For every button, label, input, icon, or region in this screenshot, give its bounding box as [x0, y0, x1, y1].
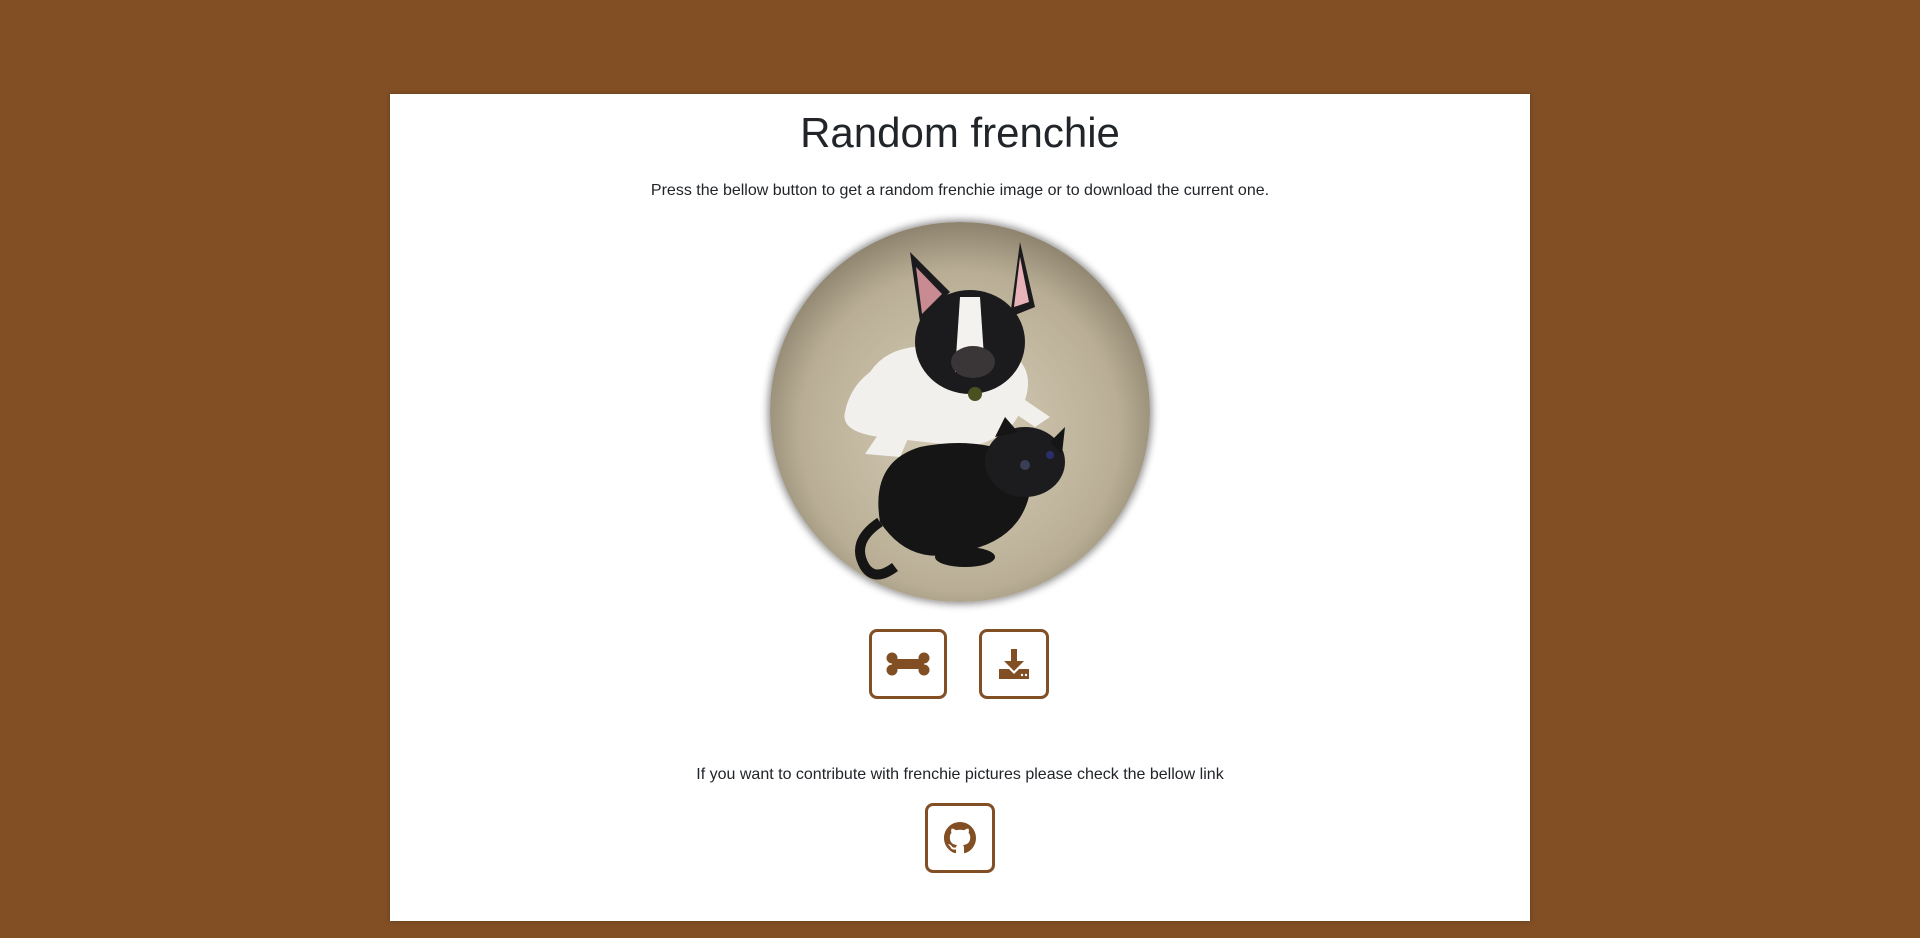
download-button[interactable]: [979, 629, 1049, 699]
random-frenchie-button[interactable]: [869, 629, 947, 699]
contribute-text: If you want to contribute with frenchie …: [696, 766, 1224, 783]
github-link-button[interactable]: [925, 803, 995, 873]
bone-icon: [886, 652, 930, 676]
main-card: Random frenchie Press the bellow button …: [390, 94, 1530, 921]
github-icon: [944, 822, 976, 854]
frenchie-image: [770, 222, 1150, 602]
download-icon: [999, 649, 1029, 679]
frenchie-photo-illustration: [770, 222, 1150, 602]
page-title: Random frenchie: [800, 109, 1120, 156]
page-subtitle: Press the bellow button to get a random …: [650, 182, 1270, 199]
